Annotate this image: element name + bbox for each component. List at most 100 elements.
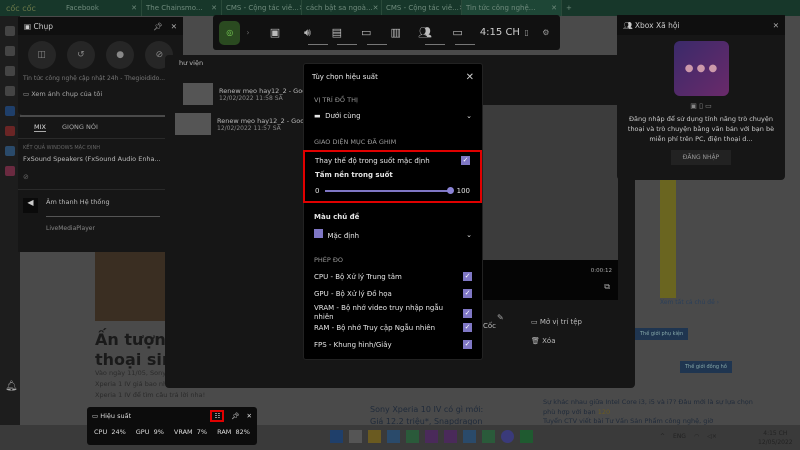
tab-mix[interactable]: MIX bbox=[34, 123, 46, 132]
close-icon[interactable]: ✕ bbox=[131, 4, 137, 12]
checkbox[interactable]: ✓ bbox=[463, 340, 472, 349]
close-icon[interactable]: ✕ bbox=[171, 22, 177, 31]
social-icon[interactable]: 👥︎ bbox=[410, 15, 446, 50]
pin-icon[interactable]: 📌︎ bbox=[231, 412, 239, 420]
sidebar-app-icon[interactable] bbox=[5, 26, 15, 36]
metric-vram[interactable]: VRAM - Bộ nhớ video truy nhập ngẫu nhiên… bbox=[304, 304, 482, 322]
slider-thumb[interactable] bbox=[446, 187, 454, 194]
pin-icon[interactable]: 📌︎ bbox=[153, 22, 163, 31]
video-preview[interactable] bbox=[483, 105, 618, 260]
tag[interactable]: Thế giới phụ kiện bbox=[635, 328, 689, 340]
edit-pencil-icon[interactable]: ✎ bbox=[497, 313, 504, 322]
see-all-link[interactable]: Xem tất cả chủ đề › bbox=[660, 299, 719, 306]
widget-menu-icon[interactable]: ▣ bbox=[257, 15, 293, 50]
sidebar-app-icon[interactable] bbox=[5, 46, 15, 56]
volume-slider[interactable] bbox=[46, 216, 160, 217]
video-controls: 0:00:12 ⧉ bbox=[483, 260, 618, 300]
sidebar-app-icon[interactable] bbox=[5, 146, 15, 156]
checkbox[interactable]: ✓ bbox=[463, 272, 472, 281]
wifi-icon[interactable]: ◠ bbox=[694, 433, 699, 440]
resources-icon[interactable]: ▥ bbox=[381, 15, 410, 50]
app-icon[interactable] bbox=[425, 430, 438, 443]
capture-icon[interactable]: ▤ bbox=[322, 15, 358, 50]
open-external-icon[interactable]: ⧉ bbox=[604, 282, 610, 292]
news-link[interactable]: Tuyển CTV viết bài Tư Vấn Sản Phẩm công … bbox=[543, 417, 763, 425]
messenger-icon[interactable] bbox=[501, 430, 514, 443]
widget-title: Chụp bbox=[33, 21, 53, 31]
windows-start-icon[interactable] bbox=[330, 430, 343, 443]
checkbox[interactable]: ✓ bbox=[463, 323, 472, 332]
metric-ram[interactable]: RAM - Bộ nhớ Truy cập Ngẫu nhiên ✓ bbox=[304, 323, 482, 332]
new-tab-button[interactable]: + bbox=[562, 0, 582, 16]
sidebar-app-icon[interactable] bbox=[5, 126, 15, 136]
browser-tab[interactable]: CMS - Cộng tác viê...✕ bbox=[382, 0, 462, 16]
chevron-right-icon[interactable]: › bbox=[246, 28, 257, 37]
gallery-icon[interactable]: ▭ bbox=[440, 15, 476, 50]
app-icon[interactable] bbox=[482, 430, 495, 443]
tag[interactable]: Thế giới đồng hồ bbox=[680, 361, 732, 373]
close-icon[interactable]: ✕ bbox=[247, 412, 252, 420]
sidebar-app-icon[interactable] bbox=[5, 86, 15, 96]
close-icon[interactable]: ✕ bbox=[466, 72, 474, 83]
news-link[interactable]: Sự khác nhau giữa Intel Core i3, i5 và i… bbox=[543, 397, 763, 417]
checkbox[interactable]: ✓ bbox=[463, 289, 472, 298]
folder-icon[interactable] bbox=[368, 430, 381, 443]
login-button[interactable]: ĐĂNG NHẬP bbox=[671, 150, 731, 165]
sidebar-app-icon[interactable] bbox=[5, 66, 15, 76]
app-icon[interactable] bbox=[406, 430, 419, 443]
checkbox[interactable]: ✓ bbox=[463, 308, 472, 318]
tab-voice[interactable]: GIỌNG NÓI bbox=[62, 123, 98, 132]
browser-tab-active[interactable]: Tin tức công nghệ... ✕ bbox=[462, 0, 562, 16]
close-icon[interactable]: ✕ bbox=[211, 4, 217, 12]
capture-widget: ▣ Chụp 📌︎ ✕ ◫ ↺ ● ⊘ Tin tức công nghệ cập … bbox=[18, 17, 183, 115]
language-indicator[interactable]: ENG bbox=[673, 433, 686, 440]
override-transparency-checkbox[interactable]: ✓ bbox=[461, 156, 470, 165]
taskbar-clock[interactable]: 4:15 CH 12/05/2022 bbox=[758, 429, 793, 447]
screenshot-button[interactable]: ◫ bbox=[27, 41, 56, 69]
close-icon[interactable]: ✕ bbox=[373, 4, 379, 12]
browser-tab[interactable]: The Chainsmo... ✕ bbox=[142, 0, 222, 16]
transparency-highlight: Thay thế độ trong suốt mặc định ✓ Tấm nền… bbox=[303, 150, 482, 203]
browser-tab-bar: cốc cốc Facebook ✕ The Chainsmo... ✕ CMS -… bbox=[0, 0, 800, 16]
transparency-slider[interactable] bbox=[325, 187, 454, 194]
line-icon[interactable] bbox=[520, 430, 533, 443]
delete-button[interactable]: 🗑︎ Xóa bbox=[531, 337, 556, 345]
browser-tab[interactable]: cách bật sa ngoà... ✕ bbox=[302, 0, 382, 16]
output-device[interactable]: FxSound Speakers (FxSound Audio Enha... bbox=[18, 153, 165, 165]
sidebar-app-icon[interactable] bbox=[5, 166, 15, 176]
chevron-up-icon[interactable]: ^ bbox=[660, 433, 665, 440]
graph-position-dropdown[interactable]: ▬ Dưới cùng ⌄ bbox=[304, 112, 482, 120]
performance-options-icon[interactable]: ☷ bbox=[210, 410, 225, 422]
metric-gpu[interactable]: GPU - Bộ Xử lý Đồ họa ✓ bbox=[304, 289, 482, 298]
app-icon[interactable] bbox=[463, 430, 476, 443]
volume-muted-icon[interactable]: ◁× bbox=[707, 433, 717, 440]
game-bar: ◎ › ▣ 🔊︎ ▤ ▭ ▥ 👥︎ ▭ 4:15 CH ▯ ⚙︎ bbox=[213, 15, 560, 50]
performance-icon[interactable]: ▭ bbox=[352, 15, 388, 50]
settings-gear-icon[interactable]: ⚙︎ bbox=[542, 28, 560, 37]
xbox-logo-icon[interactable]: ◎ bbox=[219, 20, 241, 45]
metric-fps[interactable]: FPS - Khung hình/Giây ✓ bbox=[304, 340, 482, 349]
browser-tab[interactable]: CMS - Cộng tác viê...✕ bbox=[222, 0, 302, 16]
close-icon[interactable]: ✕ bbox=[551, 4, 557, 12]
taskbar-apps bbox=[330, 430, 533, 443]
app-icon[interactable] bbox=[349, 430, 362, 443]
chevron-down-icon: ⌄ bbox=[466, 112, 472, 120]
metric-cpu[interactable]: CPU - Bộ Xử lý Trung tâm ✓ bbox=[304, 272, 482, 281]
mute-icon[interactable]: ⊘ bbox=[18, 165, 165, 190]
mouse-icon[interactable]: ▯ bbox=[524, 28, 542, 37]
copy-button[interactable]: Cốc bbox=[483, 322, 496, 330]
record-last-button[interactable]: ↺ bbox=[66, 41, 95, 69]
system-tray: ^ ENG ◠ ◁× bbox=[660, 433, 717, 440]
audio-icon[interactable]: 🔊︎ bbox=[293, 15, 329, 50]
browser-tab[interactable]: Facebook ✕ bbox=[62, 0, 142, 16]
app-icon[interactable] bbox=[387, 430, 400, 443]
close-icon[interactable]: ✕ bbox=[773, 21, 779, 30]
theme-dropdown[interactable]: Mặc định ⌄ bbox=[304, 229, 482, 240]
stat-vram: VRAM 7% bbox=[173, 428, 208, 436]
bell-icon[interactable]: 🔔︎ bbox=[5, 381, 18, 392]
app-icon[interactable] bbox=[444, 430, 457, 443]
record-button[interactable]: ● bbox=[106, 41, 135, 69]
facebook-icon[interactable] bbox=[5, 106, 15, 116]
view-captures-link[interactable]: ▭ Xem ảnh chụp của tôi bbox=[18, 82, 183, 106]
open-location-button[interactable]: ▭ Mở vị trí tệp bbox=[531, 318, 582, 326]
